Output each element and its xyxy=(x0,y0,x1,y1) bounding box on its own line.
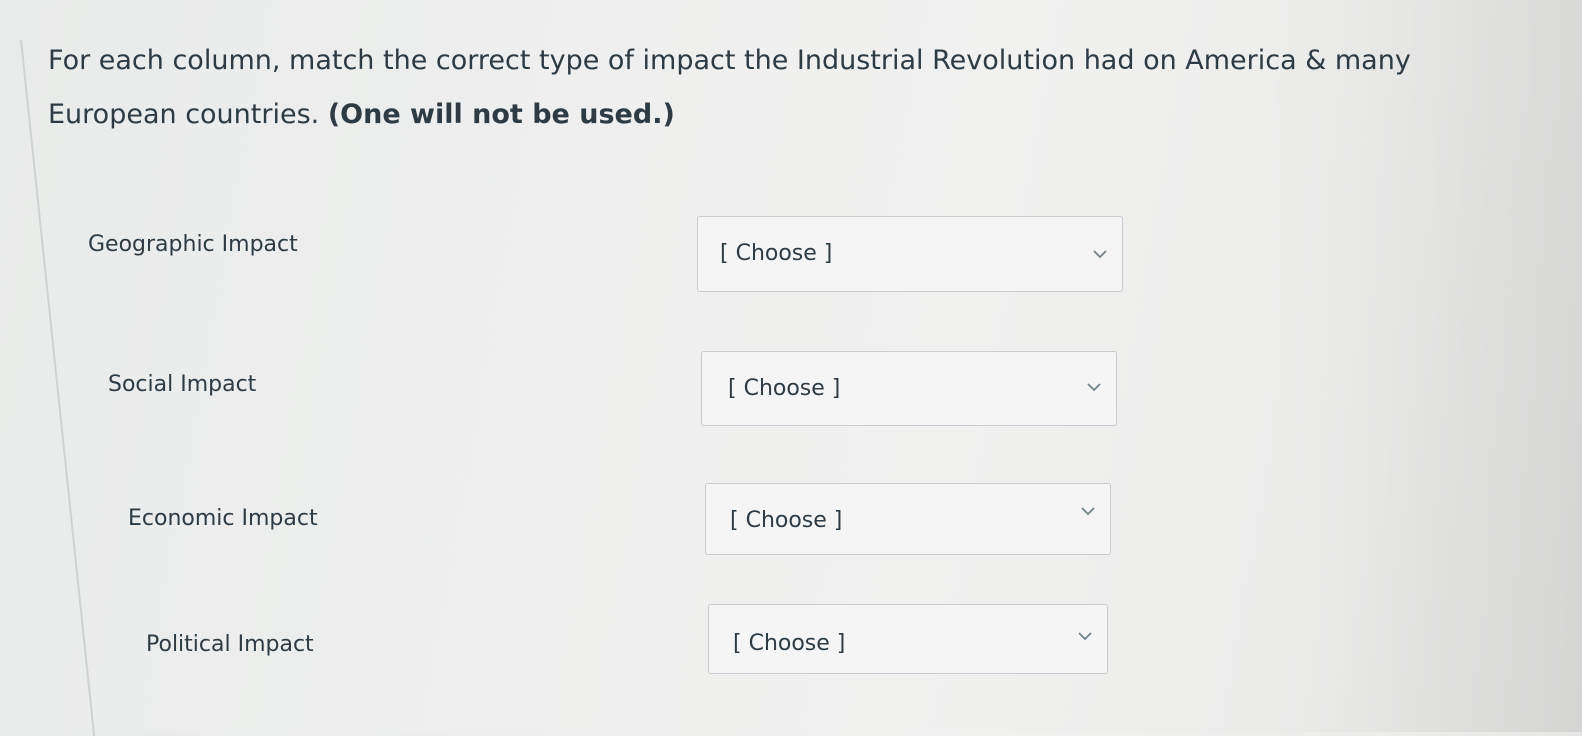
select-economic-impact[interactable]: [ Choose ] xyxy=(705,483,1111,555)
label-geographic-impact: Geographic Impact xyxy=(88,232,298,257)
select-political-impact[interactable]: [ Choose ] xyxy=(708,604,1108,674)
select-geographic-impact[interactable]: [ Choose ] xyxy=(697,216,1123,292)
select-value: [ Choose ] xyxy=(730,508,843,533)
question-line-1: For each column, match the correct type … xyxy=(48,45,1411,76)
label-economic-impact: Economic Impact xyxy=(128,506,318,531)
select-value: [ Choose ] xyxy=(728,376,841,401)
select-value: [ Choose ] xyxy=(720,241,833,266)
chevron-down-icon xyxy=(1078,632,1092,641)
question-text: For each column, match the correct type … xyxy=(48,34,1508,142)
select-value: [ Choose ] xyxy=(733,631,846,656)
chevron-down-icon xyxy=(1087,383,1101,392)
panel-left-border xyxy=(20,39,96,736)
label-social-impact: Social Impact xyxy=(108,372,257,397)
question-line-2-text: European countries. xyxy=(48,99,328,130)
chevron-down-icon xyxy=(1093,250,1107,259)
question-note: (One will not be used.) xyxy=(327,99,675,130)
chevron-down-icon xyxy=(1081,507,1095,516)
question-line-2: European countries. (One will not be use… xyxy=(48,88,1508,142)
quiz-question-panel: For each column, match the correct type … xyxy=(0,0,1582,736)
label-political-impact: Political Impact xyxy=(146,632,314,657)
select-social-impact[interactable]: [ Choose ] xyxy=(701,351,1117,426)
